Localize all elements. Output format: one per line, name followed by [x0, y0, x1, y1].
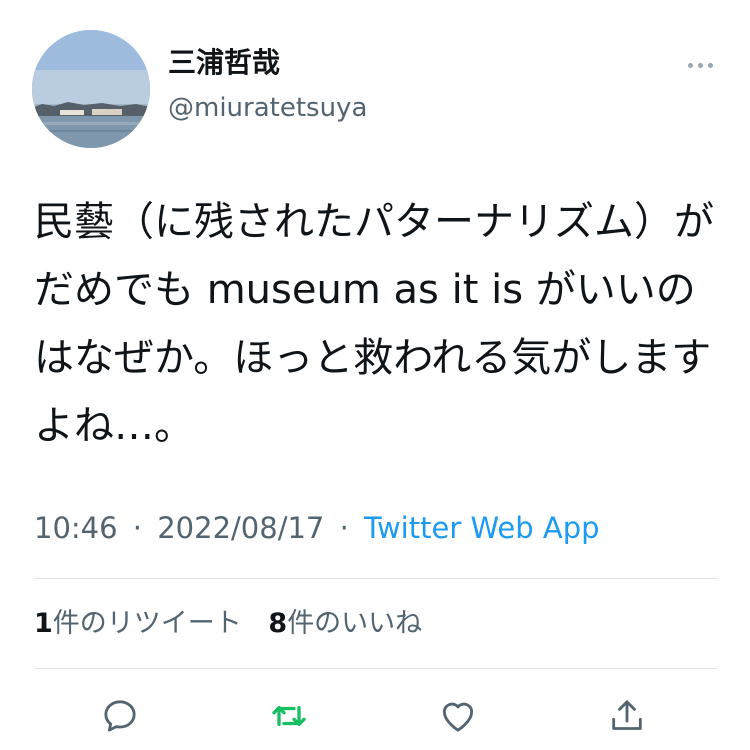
like-button[interactable] [434, 692, 482, 740]
divider [34, 578, 718, 579]
share-icon [612, 700, 642, 730]
retweets-label: 件のリツイート [52, 608, 242, 639]
retweet-button[interactable] [265, 692, 313, 740]
tweet-source-link[interactable]: Twitter Web App [364, 511, 600, 545]
likes-count: 8 [268, 608, 288, 639]
action-bar [0, 688, 750, 744]
tweet-stats: 1件のリツイート 8件のいいね [34, 604, 422, 644]
more-dot-icon [707, 62, 713, 68]
avatar-photo [32, 30, 150, 148]
likes-stat[interactable]: 8件のいいね [268, 608, 422, 639]
tweet-text: 民藝（に残されたパターナリズム）がだめでも museum as it is がい… [34, 199, 714, 449]
retweets-count: 1 [34, 608, 53, 639]
tweet-time[interactable]: 10:46 [34, 511, 118, 545]
comment-icon [104, 700, 136, 732]
more-dot-icon [697, 62, 703, 68]
retweets-stat[interactable]: 1件のリツイート [34, 608, 242, 639]
heart-icon [442, 702, 474, 732]
author-username[interactable]: @miuratetsuya [168, 92, 367, 124]
more-options-button[interactable] [680, 50, 720, 80]
author-display-name[interactable]: 三浦哲哉 [168, 46, 280, 80]
more-dot-icon [687, 62, 693, 68]
tweet-meta: 10:46 · 2022/08/17 · Twitter Web App [34, 508, 600, 548]
retweet-icon [272, 706, 306, 726]
tweet-card: 三浦哲哉 @miuratetsuya 民藝（に残されたパターナリズム）がだめでも… [0, 0, 750, 750]
reply-button[interactable] [96, 692, 144, 740]
meta-separator: · [339, 511, 349, 545]
tweet-date[interactable]: 2022/08/17 [157, 511, 324, 545]
likes-label: 件のいいね [287, 608, 423, 639]
meta-separator: · [132, 511, 143, 545]
share-button[interactable] [603, 692, 651, 740]
divider [34, 668, 718, 669]
avatar[interactable] [32, 30, 150, 148]
